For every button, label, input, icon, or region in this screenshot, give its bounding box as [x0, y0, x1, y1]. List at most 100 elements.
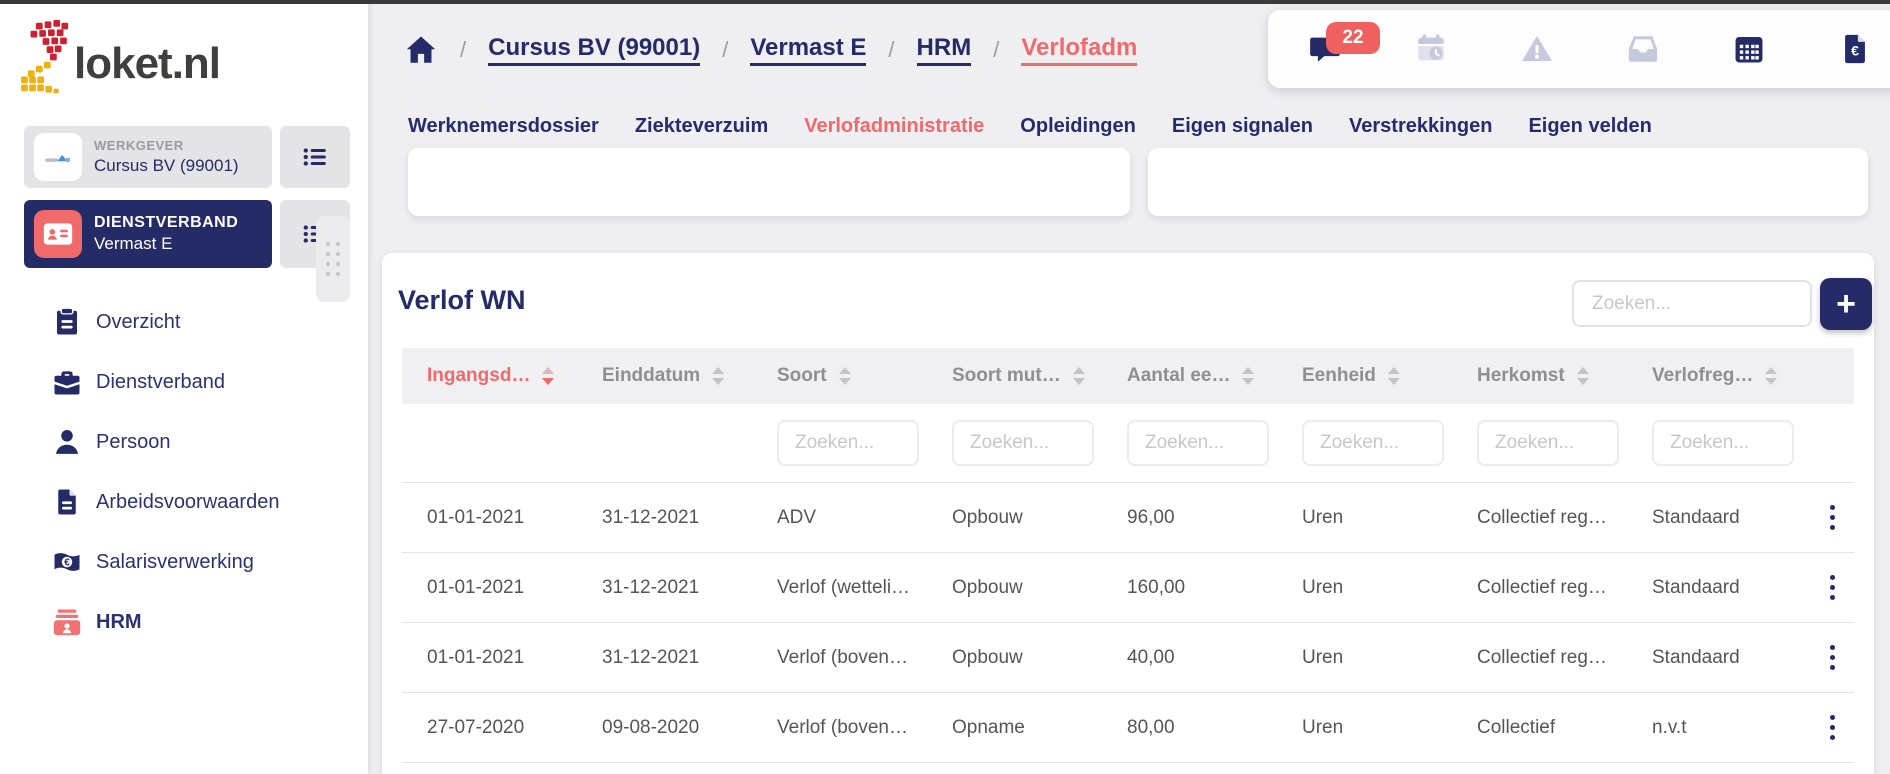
partial-card-left [408, 148, 1130, 216]
cell-verlofregeling: n.v.t [1652, 717, 1812, 739]
calendar-clock-icon [1414, 32, 1448, 66]
column-label: Einddatum [602, 365, 700, 387]
svg-text:€: € [1851, 43, 1859, 59]
partial-card-right [1148, 148, 1868, 216]
column-label: Soort [777, 365, 827, 387]
calendar-clock-button[interactable] [1414, 32, 1448, 66]
cell-verlofregeling: Standaard [1652, 647, 1812, 669]
loket-logo-mark-icon [18, 20, 78, 98]
column-header-verlofregeling[interactable]: Verlofreg… [1652, 365, 1812, 387]
table-row: 01-01-2021 31-12-2021 Verlof (boven… Opb… [402, 622, 1854, 692]
cell-soort-mutatie: Opbouw [952, 577, 1127, 599]
sidebar-item-label: Persoon [96, 431, 171, 454]
cell-eenheid: Uren [1302, 507, 1477, 529]
calendar-grid-icon [1732, 32, 1766, 66]
sidebar-resize-handle[interactable] [316, 216, 350, 302]
werkgever-card[interactable]: WERKGEVER Cursus BV (99001) [24, 126, 272, 188]
column-header-soort-mutatie[interactable]: Soort mut… [952, 365, 1127, 387]
filter-input-eenheid[interactable] [1302, 420, 1444, 466]
row-actions-button[interactable] [1812, 568, 1852, 608]
column-header-aantal-eenheden[interactable]: Aantal ee… [1127, 365, 1302, 387]
quick-actions-panel: 22 [1268, 10, 1890, 88]
column-header-einddatum[interactable]: Einddatum [602, 365, 777, 387]
cell-aantal-eenheden: 80,00 [1127, 717, 1302, 739]
sidebar-item-label: Salarisverwerking [96, 551, 254, 574]
werkgever-menu-button[interactable] [280, 126, 350, 188]
tab-werknemersdossier[interactable]: Werknemersdossier [408, 115, 599, 138]
hrm-tabs: Werknemersdossier Ziekteverzuim Verlofad… [408, 108, 1652, 144]
cell-soort-mutatie: Opbouw [952, 647, 1127, 669]
column-header-soort[interactable]: Soort [777, 365, 952, 387]
id-card-icon [41, 217, 75, 251]
werkgever-tile [34, 133, 82, 181]
table-row: 27-07-2020 09-08-2020 Verlof (boven… Opn… [402, 692, 1854, 762]
calendar-overview-button[interactable] [1732, 32, 1766, 66]
table-search [1572, 280, 1812, 327]
inbox-add-button[interactable] [1626, 32, 1660, 66]
sort-arrows-icon [1073, 367, 1085, 385]
breadcrumb-werkgever[interactable]: Cursus BV (99001) [488, 34, 700, 66]
column-header-eenheid[interactable]: Eenheid [1302, 365, 1477, 387]
row-actions-button[interactable] [1812, 498, 1852, 538]
cell-einddatum: 31-12-2021 [602, 647, 777, 669]
sort-arrows-icon [1242, 367, 1254, 385]
briefcase-icon [52, 367, 82, 397]
filter-input-aantal-eenheden[interactable] [1127, 420, 1269, 466]
row-actions-button[interactable] [1812, 638, 1852, 678]
tab-opleidingen[interactable]: Opleidingen [1020, 115, 1136, 138]
table-filter-row [402, 404, 1854, 482]
sidebar-item-arbeidsvoorwaarden[interactable]: Arbeidsvoorwaarden [0, 472, 368, 532]
sidebar-item-hrm[interactable]: HRM [0, 592, 368, 652]
column-header-ingangsdatum[interactable]: Ingangsd… [427, 365, 602, 387]
column-label: Verlofreg… [1652, 365, 1753, 387]
filter-input-soort-mutatie[interactable] [952, 420, 1094, 466]
breadcrumb-hrm[interactable]: HRM [917, 34, 972, 66]
salary-document-button[interactable]: € [1838, 32, 1872, 66]
tab-verstrekkingen[interactable]: Verstrekkingen [1349, 115, 1492, 138]
cell-herkomst: Collectief reg… [1477, 577, 1652, 599]
sort-arrows-icon [542, 367, 554, 385]
dienstverband-card[interactable]: DIENSTVERBAND Vermast E [24, 200, 272, 268]
column-label: Aantal ee… [1127, 365, 1230, 387]
filter-input-verlofregeling[interactable] [1652, 420, 1794, 466]
dienstverband-tile [34, 210, 82, 258]
filter-input-soort[interactable] [777, 420, 919, 466]
list-icon [302, 144, 328, 170]
sidebar-item-overzicht[interactable]: Overzicht [0, 292, 368, 352]
tab-ziekteverzuim[interactable]: Ziekteverzuim [635, 115, 768, 138]
cell-eenheid: Uren [1302, 577, 1477, 599]
cell-herkomst: Collectief [1477, 717, 1652, 739]
clipboard-icon [52, 307, 82, 337]
table-header-row: Ingangsd… Einddatum Soort Soort mut… Aan… [402, 348, 1854, 404]
table-search-input[interactable] [1574, 293, 1837, 315]
loket-logo: loket.nl [18, 20, 220, 98]
sidebar-item-salarisverwerking[interactable]: € Salarisverwerking [0, 532, 368, 592]
home-icon[interactable] [404, 33, 438, 67]
column-label: Ingangsd… [427, 365, 530, 387]
row-actions-button[interactable] [1812, 708, 1852, 748]
sidebar-item-persoon[interactable]: Persoon [0, 412, 368, 472]
sidebar-item-label: Overzicht [96, 311, 180, 334]
cell-aantal-eenheden: 96,00 [1127, 507, 1302, 529]
cell-verlofregeling: Standaard [1652, 577, 1812, 599]
sidebar-item-dienstverband[interactable]: Dienstverband [0, 352, 368, 412]
tab-eigen-velden[interactable]: Eigen velden [1528, 115, 1651, 138]
table-row: 01-01-2021 31-12-2021 Verlof (wetteli… O… [402, 552, 1854, 622]
dienstverband-label: DIENSTVERBAND [94, 213, 238, 233]
sidebar-item-label: HRM [96, 611, 142, 634]
cell-soort: Verlof (wetteli… [777, 577, 952, 599]
tab-verlofadministratie[interactable]: Verlofadministratie [804, 115, 984, 138]
breadcrumb-verlofadministratie[interactable]: Verlofadm [1021, 34, 1137, 66]
tab-eigen-signalen[interactable]: Eigen signalen [1172, 115, 1313, 138]
breadcrumb-separator: / [888, 37, 894, 63]
cell-herkomst: Collectief reg… [1477, 647, 1652, 669]
alerts-button[interactable] [1520, 32, 1554, 66]
werkgever-label: WERKGEVER [94, 138, 239, 154]
column-header-herkomst[interactable]: Herkomst [1477, 365, 1652, 387]
notifications-button[interactable]: 22 [1308, 32, 1342, 66]
breadcrumb-werknemer[interactable]: Vermast E [750, 34, 866, 66]
cell-ingangsdatum: 01-01-2021 [427, 577, 602, 599]
sort-arrows-icon [1765, 367, 1777, 385]
add-verlof-button[interactable]: + [1820, 278, 1872, 330]
filter-input-herkomst[interactable] [1477, 420, 1619, 466]
